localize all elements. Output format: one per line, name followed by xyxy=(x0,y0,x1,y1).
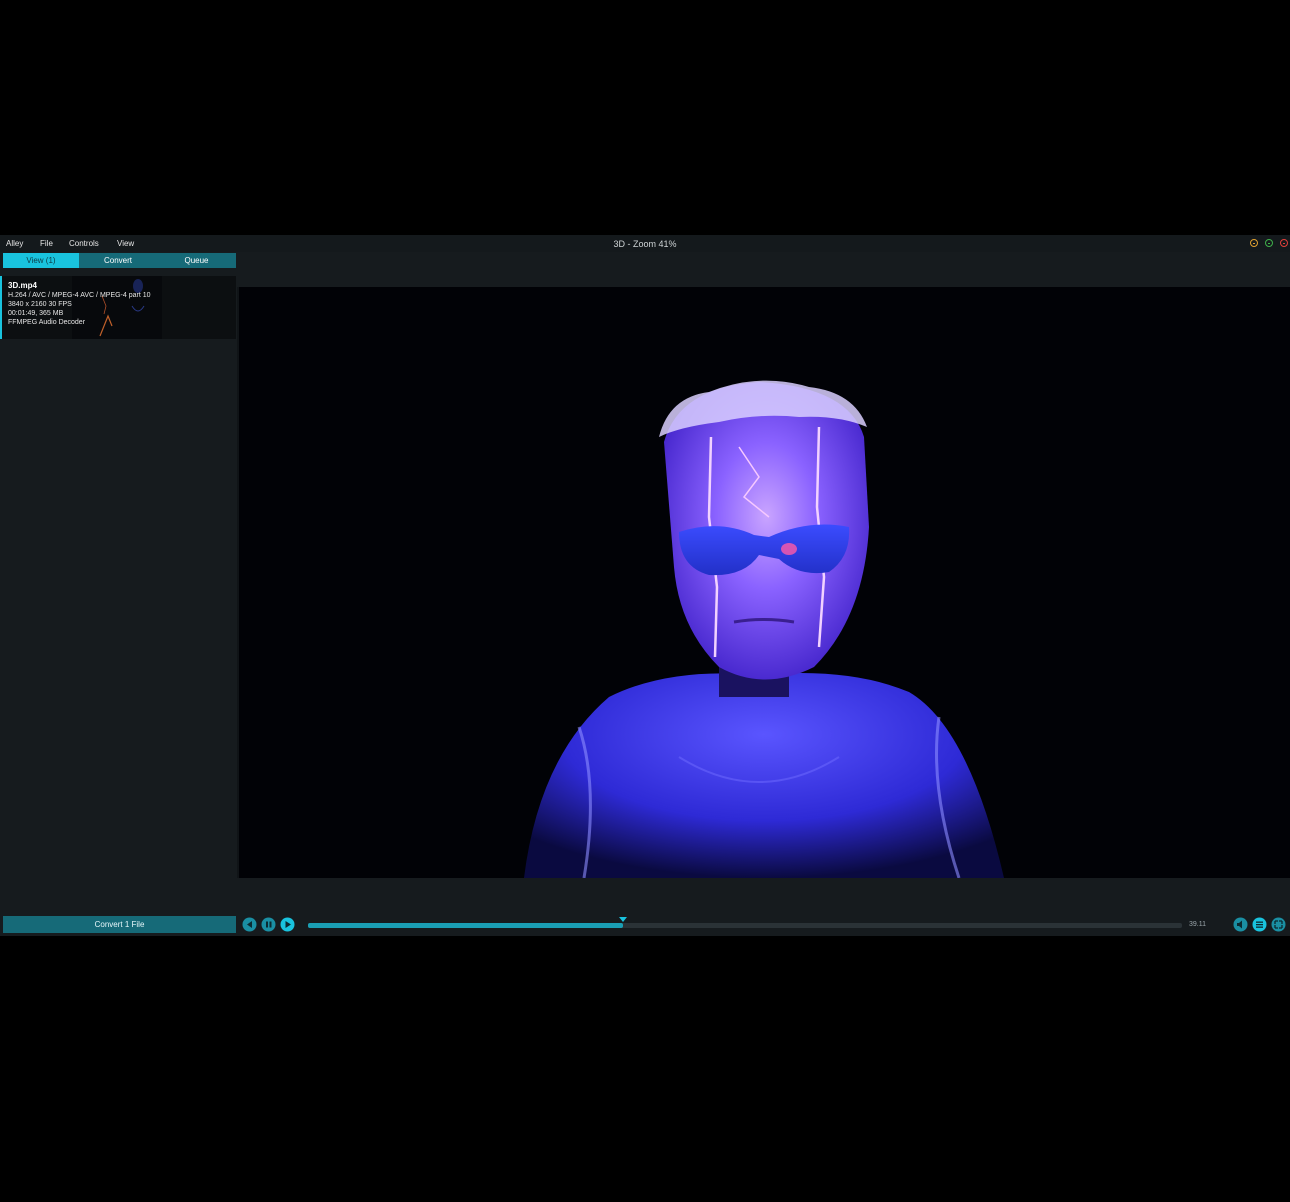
menu-controls[interactable]: Controls xyxy=(69,239,99,248)
tab-view[interactable]: View (1) xyxy=(3,253,79,268)
tab-queue[interactable]: Queue xyxy=(157,253,236,268)
play-icon[interactable] xyxy=(280,917,295,932)
toolbar-area xyxy=(237,253,1290,288)
playhead-marker[interactable] xyxy=(618,917,627,922)
file-audio: FFMPEG Audio Decoder xyxy=(8,319,86,326)
file-name: 3D.mp4 xyxy=(8,281,37,290)
file-duration-size: 00:01:49, 365 MB xyxy=(8,310,64,317)
playlist-icon[interactable] xyxy=(1252,917,1267,932)
skip-back-icon[interactable] xyxy=(242,917,257,932)
seek-progress xyxy=(308,923,623,928)
file-list-panel: 3D.mp4 H.264 / AVC / MPEG-4 AVC / MPEG-4… xyxy=(0,269,237,914)
file-codec: H.264 / AVC / MPEG-4 AVC / MPEG-4 part 1… xyxy=(8,292,151,299)
menu-file[interactable]: File xyxy=(40,239,53,248)
menu-bar: Alley File Controls View 3D - Zoom 41% xyxy=(0,235,1290,252)
tab-convert[interactable]: Convert xyxy=(79,253,157,268)
seek-bar[interactable] xyxy=(308,917,1182,928)
file-thumbnail xyxy=(72,276,162,339)
playback-bar xyxy=(237,878,1290,914)
menu-alley[interactable]: Alley xyxy=(6,239,23,248)
minimize-icon[interactable] xyxy=(1250,239,1258,247)
time-readout: 39.11 xyxy=(1189,921,1206,928)
close-icon[interactable] xyxy=(1280,239,1288,247)
convert-button[interactable]: Convert 1 File xyxy=(3,916,236,933)
file-resolution: 3840 x 2160 30 FPS xyxy=(8,301,72,308)
maximize-icon[interactable] xyxy=(1265,239,1273,247)
video-frame[interactable] xyxy=(239,287,1290,878)
menu-view[interactable]: View xyxy=(117,239,134,248)
list-item[interactable]: 3D.mp4 H.264 / AVC / MPEG-4 AVC / MPEG-4… xyxy=(0,276,236,339)
window-title: 3D - Zoom 41% xyxy=(613,239,677,249)
tab-bar: View (1) Convert Queue xyxy=(3,253,236,268)
volume-icon[interactable] xyxy=(1233,917,1248,932)
pause-icon[interactable] xyxy=(261,917,276,932)
fullscreen-icon[interactable] xyxy=(1271,917,1286,932)
app-window: Alley File Controls View 3D - Zoom 41% V… xyxy=(0,235,1290,936)
